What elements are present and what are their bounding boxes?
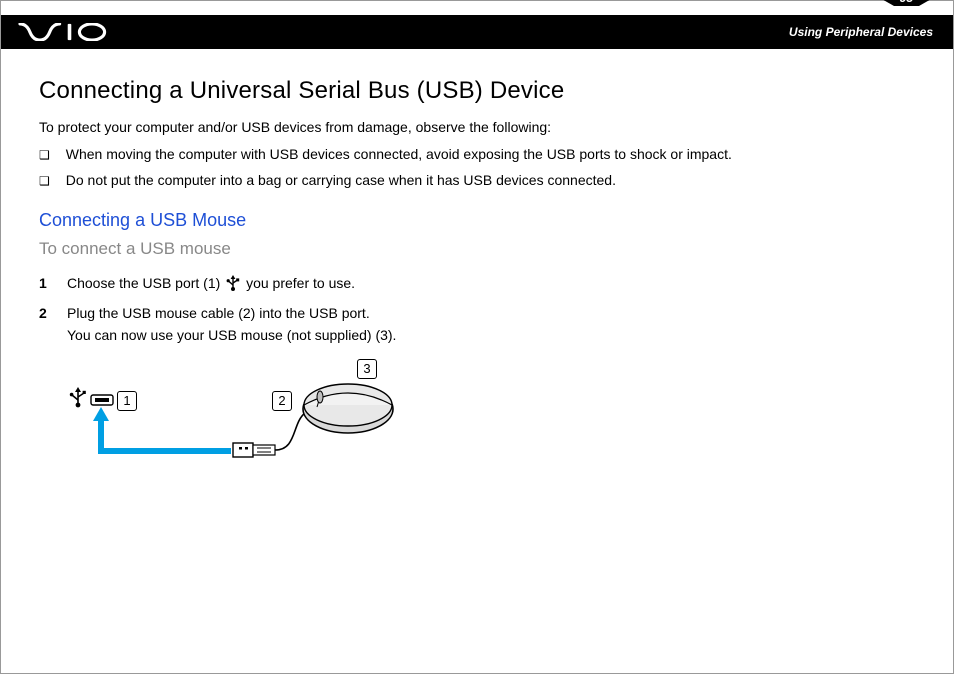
arrow-icon xyxy=(93,407,231,451)
section-name: Using Peripheral Devices xyxy=(789,25,933,39)
next-page-arrow[interactable] xyxy=(919,0,933,6)
usb-trident-icon xyxy=(226,275,240,298)
vaio-logo xyxy=(15,23,115,41)
step-list: Choose the USB port (1) you prefer to us… xyxy=(39,273,915,347)
usb-plug xyxy=(233,443,275,457)
callout-3: 3 xyxy=(357,359,377,379)
usb-port xyxy=(91,395,113,405)
step-text: Plug the USB mouse cable (2) into the US… xyxy=(67,305,396,343)
mouse-illustration xyxy=(303,384,393,433)
page-title: Connecting a Universal Serial Bus (USB) … xyxy=(39,77,915,105)
callout-1: 1 xyxy=(117,391,137,411)
task-title: To connect a USB mouse xyxy=(39,239,915,259)
precaution-item: When moving the computer with USB device… xyxy=(39,143,915,165)
header-bar: Using Peripheral Devices xyxy=(1,15,953,49)
page-number: 95 xyxy=(894,0,919,6)
cable xyxy=(275,413,305,450)
step-text: you prefer to use. xyxy=(246,275,355,291)
connection-diagram: 1 2 3 xyxy=(67,363,407,483)
step-text: Choose the USB port (1) xyxy=(67,275,224,291)
step-item: Choose the USB port (1) you prefer to us… xyxy=(39,273,915,298)
callout-2: 2 xyxy=(272,391,292,411)
intro-text: To protect your computer and/or USB devi… xyxy=(39,119,915,135)
precaution-item: Do not put the computer into a bag or ca… xyxy=(39,169,915,191)
usb-icon xyxy=(70,387,86,407)
subheading: Connecting a USB Mouse xyxy=(39,210,915,231)
step-item: Plug the USB mouse cable (2) into the US… xyxy=(39,303,915,346)
prev-page-arrow[interactable] xyxy=(880,0,894,6)
page-navigator: 95 xyxy=(880,0,933,7)
precaution-list: When moving the computer with USB device… xyxy=(39,143,915,192)
